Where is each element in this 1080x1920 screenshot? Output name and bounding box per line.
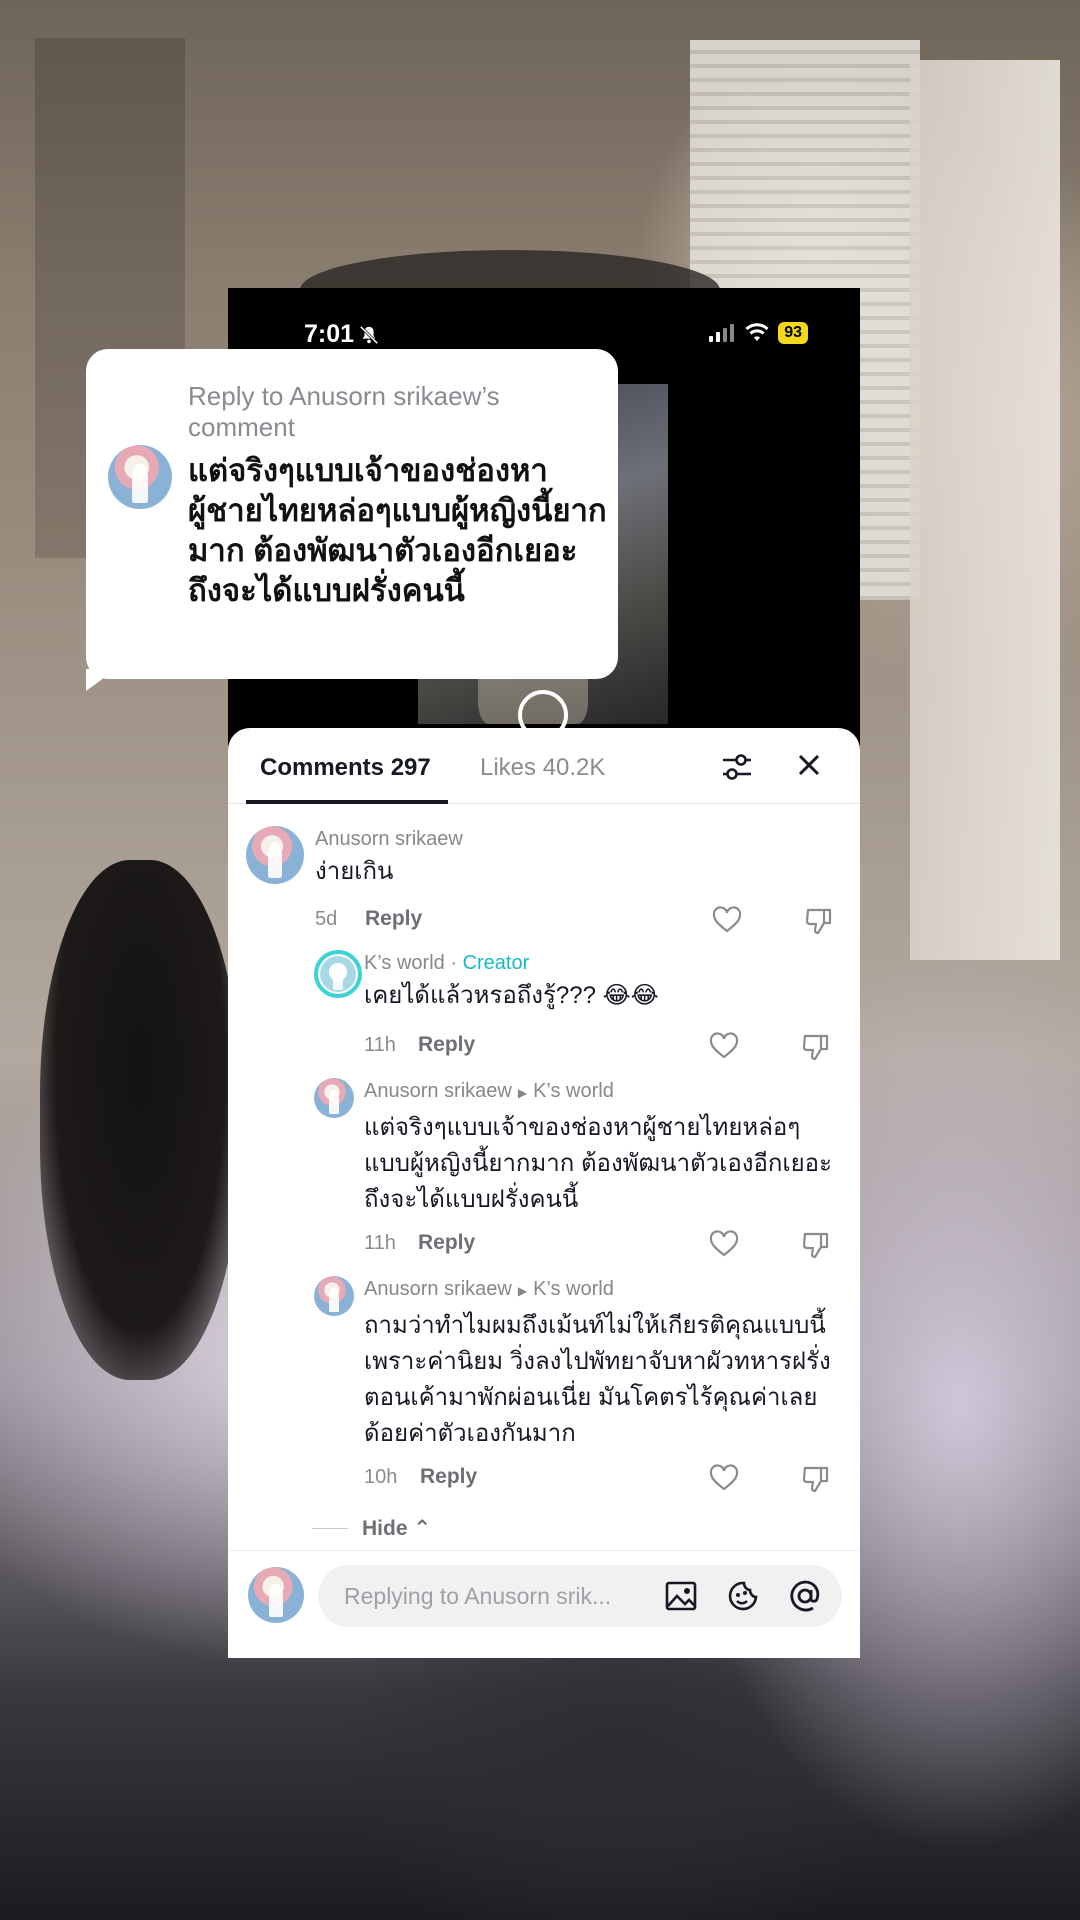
reply-button[interactable]: Reply (365, 907, 422, 931)
comment-text: ง่ายเกิน (315, 858, 394, 885)
reply-arrow-icon: ▶ (517, 1086, 528, 1100)
creator-avatar[interactable] (314, 950, 362, 998)
author-name[interactable]: K’s world (364, 952, 445, 974)
image-icon[interactable] (664, 1579, 698, 1613)
bubble-avatar (108, 445, 172, 509)
bubble-title: Reply to Anusorn srikaew’s comment (188, 381, 500, 442)
avatar[interactable] (314, 1078, 354, 1118)
hide-replies-button[interactable]: Hide ⌃ (362, 1516, 431, 1541)
status-indicators: 93 (708, 322, 808, 344)
name-separator: · (450, 952, 458, 974)
sheet-tabs: Comments 297 Likes 40.2K (228, 728, 860, 804)
author-name[interactable]: Anusorn srikaew (364, 1278, 512, 1300)
filter-icon[interactable] (720, 750, 754, 784)
heart-icon[interactable] (712, 906, 742, 934)
tab-underline (246, 800, 448, 804)
reply-button[interactable]: Reply (418, 1231, 475, 1255)
background-door (910, 60, 1060, 960)
comment-input[interactable]: Replying to Anusorn srik... (318, 1565, 842, 1627)
mention-icon[interactable] (788, 1579, 822, 1613)
bell-off-icon (359, 325, 379, 345)
battery-indicator: 93 (778, 322, 808, 344)
wifi-icon (745, 323, 769, 341)
chevron-up-icon: ⌃ (413, 1517, 431, 1540)
comment-author[interactable]: Anusorn srikaew (315, 828, 463, 851)
comments-sheet: Comments 297 Likes 40.2K Anusorn srikaew… (228, 728, 860, 1658)
comment-time: 10h (364, 1466, 398, 1488)
comment-time: 11h (364, 1232, 396, 1254)
dislike-icon[interactable] (801, 1230, 831, 1260)
my-avatar (248, 1567, 304, 1623)
reply-to-name[interactable]: K’s world (533, 1080, 614, 1102)
heart-icon[interactable] (709, 1032, 739, 1060)
avatar[interactable] (246, 826, 304, 884)
avatar[interactable] (314, 1276, 354, 1316)
heart-icon[interactable] (709, 1464, 739, 1492)
comment-input-placeholder[interactable]: Replying to Anusorn srik... (344, 1583, 611, 1610)
signal-icon (709, 324, 735, 342)
bubble-text: แต่จริงๆแบบเจ้าของช่องหาผู้ชายไทยหล่อๆแบ… (188, 453, 607, 608)
bubble-tail (86, 669, 116, 691)
author-name[interactable]: Anusorn srikaew (364, 1080, 512, 1102)
reply-to-name[interactable]: K’s world (533, 1278, 614, 1300)
comment-time: 11h (364, 1034, 396, 1056)
heart-icon[interactable] (709, 1230, 739, 1258)
creator-badge: Creator (462, 952, 530, 974)
comment-text: แต่จริงๆแบบเจ้าของช่องหาผู้ชายไทยหล่อๆแบ… (364, 1114, 832, 1213)
comment-author[interactable]: Anusorn srikaew ▶ K’s world (364, 1278, 614, 1301)
reply-button[interactable]: Reply (420, 1465, 477, 1489)
comment-text: เคยได้แล้วหรอถึงรู้??? 😂😂 (364, 982, 659, 1009)
background-hair (40, 860, 240, 1380)
reply-arrow-icon: ▶ (517, 1284, 528, 1298)
reply-bubble: Reply to Anusorn srikaew’s comment แต่จร… (86, 349, 618, 691)
emoji-icon[interactable] (726, 1579, 760, 1613)
dislike-icon[interactable] (804, 906, 834, 936)
comment-text: ถามว่าทำไมผมถึงเม้นท์ไม่ให้เกียรติคุณแบบ… (364, 1312, 831, 1447)
comment-author[interactable]: K’s world · Creator (364, 952, 529, 975)
hide-divider (312, 1528, 348, 1529)
comment-composer: Replying to Anusorn srik... (228, 1550, 860, 1658)
status-time: 7:01 (304, 320, 355, 348)
hide-label[interactable]: Hide (362, 1517, 408, 1540)
reply-button[interactable]: Reply (418, 1033, 475, 1057)
tab-comments[interactable]: Comments 297 (260, 754, 431, 782)
dislike-icon[interactable] (801, 1464, 831, 1494)
tab-likes[interactable]: Likes 40.2K (480, 754, 605, 782)
close-icon[interactable] (794, 750, 824, 780)
comment-time: 5d (315, 908, 338, 930)
comment-author[interactable]: Anusorn srikaew ▶ K’s world (364, 1080, 614, 1103)
dislike-icon[interactable] (801, 1032, 831, 1062)
